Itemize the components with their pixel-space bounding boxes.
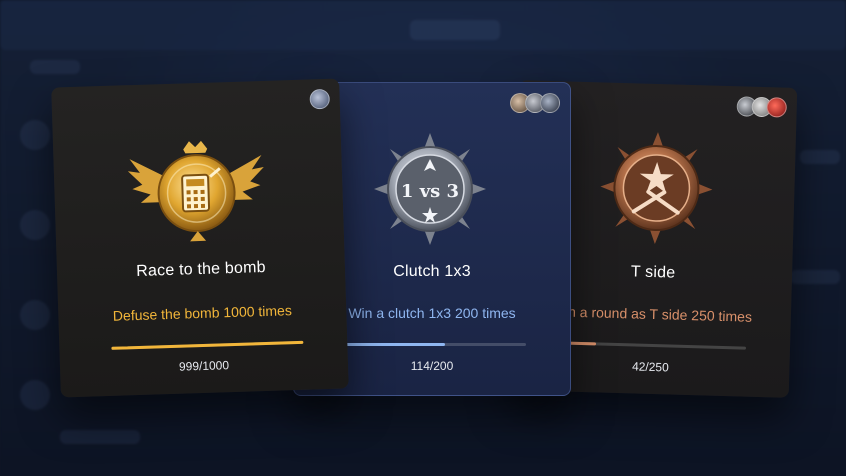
background-ghost-panel — [20, 210, 50, 240]
gold-calculator-medal-icon — [127, 140, 264, 242]
background-ghost-panel — [20, 120, 50, 150]
achievement-title: Race to the bomb — [136, 258, 266, 281]
progress-bar — [338, 343, 526, 346]
background-ghost-panel — [30, 60, 80, 74]
bronze-t-side-star-medal-icon — [600, 132, 713, 245]
progress-count: 999/1000 — [178, 358, 230, 374]
achievement-description: Defuse the bomb 1000 times — [112, 302, 293, 324]
player-avatars — [736, 96, 787, 118]
background-ghost-panel — [800, 150, 840, 164]
silver-clutch-1vs3-medal-icon: 1 vs 3 — [374, 133, 486, 245]
background-ghost-panel — [790, 270, 840, 284]
background-ghost-panel — [20, 380, 50, 410]
achievement-card-race-to-the-bomb[interactable]: Race to the bomb Defuse the bomb 1000 ti… — [51, 78, 349, 398]
progress-bar — [566, 341, 747, 350]
background-ghost-panel — [60, 430, 140, 444]
avatar — [766, 97, 787, 118]
background-ghost-panel — [410, 20, 500, 40]
progress-bar — [111, 340, 304, 350]
progress-fill — [338, 343, 446, 346]
background-ghost-panel — [20, 300, 50, 330]
progress-fill — [111, 340, 304, 350]
avatar — [540, 93, 560, 113]
player-avatars — [309, 88, 331, 110]
medal-text: 1 vs 3 — [401, 181, 459, 202]
avatar — [309, 88, 331, 110]
player-avatars — [510, 93, 560, 113]
